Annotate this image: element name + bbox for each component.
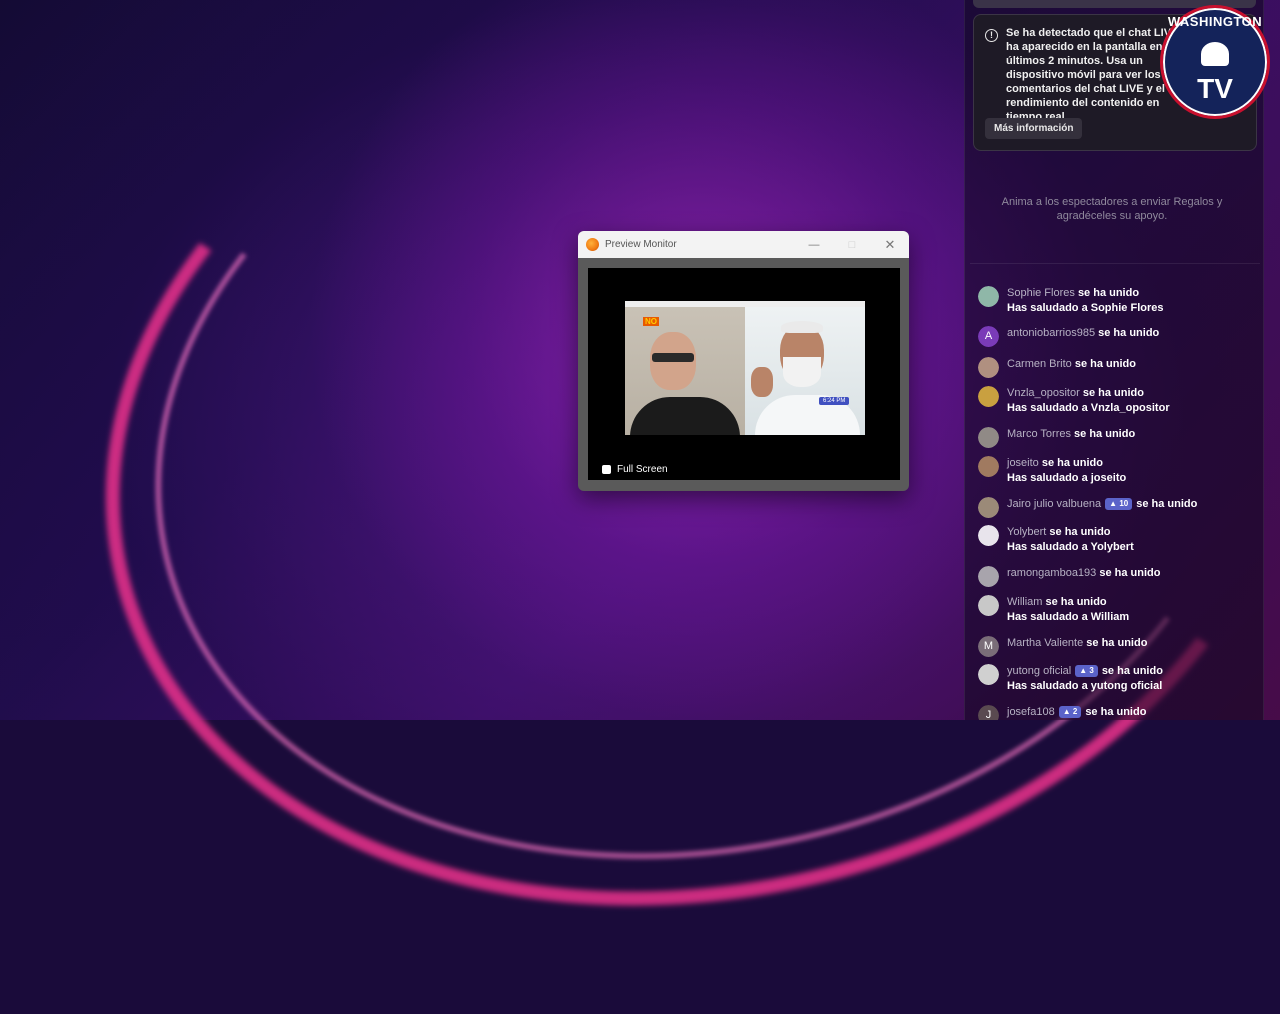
feed-greeting: Has saludado a yutong oficial [1007,680,1163,692]
feed-action: se ha unido [1077,287,1140,299]
window-title: Preview Monitor [605,239,677,250]
avatar[interactable] [978,664,999,685]
preview-area: NO 6:24 PM Full Screen [588,268,900,480]
feed-username[interactable]: yutong oficial [1007,665,1071,677]
feed-username[interactable]: Carmen Brito [1007,358,1072,370]
level-badge: ▲ 2 [1058,706,1082,718]
feed-action: se ha unido [1045,596,1107,608]
feed-action: se ha unido [1099,567,1161,579]
video-time-badge: 6:24 PM [819,397,850,405]
feed-action: se ha unido [1098,327,1160,339]
feed-action: se ha unido [1086,637,1148,649]
avatar[interactable] [978,566,999,587]
more-info-button[interactable]: Más información [985,118,1083,139]
washington-tv-logo: WASHINGTON TV [1160,5,1270,119]
level-badge: ▲ 10 [1105,498,1133,510]
avatar[interactable] [978,386,999,407]
maximize-button[interactable]: □ [833,231,871,258]
feed-username[interactable]: Marco Torres [1007,428,1071,440]
feed-username[interactable]: Sophie Flores [1007,287,1075,299]
avatar[interactable]: M [978,636,999,657]
avatar[interactable] [978,525,999,546]
window-titlebar[interactable]: Preview Monitor — □ ✕ [578,231,909,258]
fullscreen-checkbox[interactable] [602,465,611,474]
feed-username[interactable]: Vnzla_opositor [1007,387,1080,399]
feed-username[interactable]: Jairo julio valbuena [1007,498,1101,510]
feed-greeting: Has saludado a Yolybert [1007,541,1134,553]
feed-action: se ha unido [1049,526,1111,538]
feed-action: se ha unido [1085,706,1147,718]
feed-action: se ha unido [1101,665,1163,677]
info-icon: ! [985,29,998,42]
activity-feed[interactable]: Sophie Flores se ha unido Has saludado a … [978,262,1258,720]
notice-text: Se ha detectado que el chat LIVE ha apar… [1006,27,1182,123]
fullscreen-label: Full Screen [617,464,668,475]
minimize-button[interactable]: — [795,231,833,258]
feed-action: se ha unido [1136,498,1198,510]
feed-action: se ha unido [1041,457,1103,469]
feed-username[interactable]: Yolybert [1007,526,1046,538]
feed-greeting: Has saludado a William [1007,611,1130,623]
feed-greeting: Has saludado a Vnzla_opositor [1007,402,1170,414]
avatar[interactable] [978,595,999,616]
gift-hint-text: Anima a los espectadores a enviar Regalo… [1001,196,1223,222]
avatar[interactable] [978,357,999,378]
feed-username[interactable]: joseito [1007,457,1039,469]
channel-logo: NO [643,317,659,326]
preview-monitor-window[interactable]: Preview Monitor — □ ✕ NO 6:24 PM Full Sc… [578,231,909,491]
feed-greeting: Has saludado a Sophie Flores [1007,302,1164,314]
video-right-participant [745,307,865,435]
avatar[interactable] [978,286,999,307]
video-preview: NO 6:24 PM [625,301,865,435]
feed-action: se ha unido [1074,428,1136,440]
feed-username[interactable]: ramongamboa193 [1007,567,1096,579]
avatar[interactable] [978,497,999,518]
video-left-participant: NO [625,307,745,435]
avatar[interactable]: A [978,326,999,347]
capitol-dome-icon [1201,42,1229,66]
feed-username[interactable]: josefa108 [1007,706,1055,718]
avatar[interactable]: J [978,705,999,720]
app-icon [586,238,599,251]
feed-action: se ha unido [1074,358,1136,370]
avatar[interactable] [978,456,999,477]
close-button[interactable]: ✕ [871,231,909,258]
fullscreen-toggle[interactable]: Full Screen [602,464,668,475]
feed-action: se ha unido [1082,387,1144,399]
feed-username[interactable]: antoniobarrios985 [1007,327,1095,339]
level-badge: ▲ 3 [1075,665,1098,677]
feed-username[interactable]: Martha Valiente [1007,637,1083,649]
feed-greeting: Has saludado a joseito [1007,472,1127,484]
feed-username[interactable]: William [1007,596,1042,608]
avatar[interactable] [978,427,999,448]
